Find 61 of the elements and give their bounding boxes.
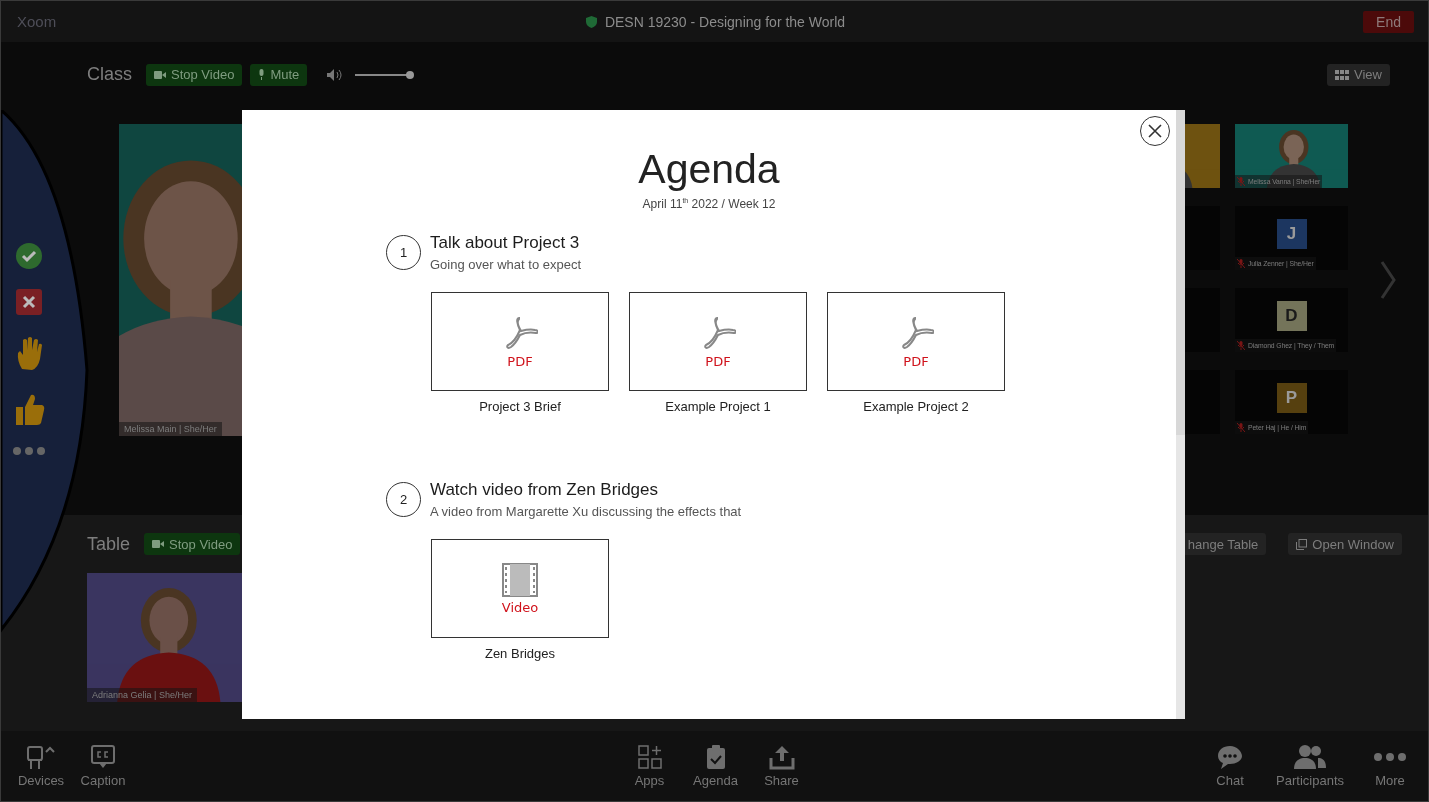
pdf-attachment[interactable]: PDF (629, 292, 807, 391)
caption-button[interactable]: Caption (75, 744, 131, 788)
attachment-caption: Example Project 1 (665, 399, 771, 414)
section-title: Class (87, 64, 132, 85)
attachment-caption: Project 3 Brief (479, 399, 561, 414)
video-attachment[interactable]: Video (431, 539, 609, 638)
avatar: P (1276, 383, 1307, 413)
pdf-attachment[interactable]: PDF (431, 292, 609, 391)
agenda-button[interactable]: Agenda (687, 744, 744, 788)
devices-button[interactable]: Devices (13, 744, 69, 788)
window-icon (1296, 538, 1308, 550)
close-button[interactable] (1140, 116, 1170, 146)
attachment-caption: Example Project 2 (863, 399, 969, 414)
speaker-icon (327, 68, 344, 81)
section-title: Table (87, 533, 131, 555)
participants-button[interactable]: Participants (1272, 744, 1348, 788)
camera-icon (154, 70, 166, 79)
attachment-caption: Zen Bridges (484, 646, 556, 661)
closed-caption-icon (89, 744, 117, 770)
participants-icon (1293, 744, 1328, 770)
agenda-item-title: Talk about Project 3 (430, 233, 581, 253)
more-button[interactable]: More (1362, 744, 1418, 788)
participant-name: Melissa Main | She/Her (119, 422, 222, 436)
file-type-label: Video (501, 599, 539, 615)
app-name: Xoom (17, 13, 58, 30)
more-icon[interactable] (13, 447, 45, 455)
pdf-attachment[interactable]: PDF (827, 292, 1005, 391)
share-button[interactable]: Share (753, 744, 810, 788)
file-type-label: PDF (903, 353, 929, 369)
end-button[interactable]: End (1363, 10, 1414, 33)
shield-icon (585, 15, 597, 28)
participant-name: Adrianna Gelia | She/Her (87, 688, 197, 702)
volume-slider[interactable] (355, 73, 414, 76)
apps-button[interactable]: Apps (621, 744, 678, 788)
dialog-title: Agenda (637, 146, 781, 192)
grid-icon (1335, 69, 1350, 80)
checkmark-icon[interactable] (16, 243, 42, 269)
microphone-icon (258, 69, 266, 80)
chat-icon (1216, 744, 1245, 770)
file-type-label: PDF (507, 353, 533, 369)
agenda-item-title: Watch video from Zen Bridges (430, 480, 659, 500)
film-strip-icon (502, 562, 538, 597)
scrollbar[interactable] (1176, 110, 1185, 719)
file-type-label: PDF (705, 353, 731, 369)
meeting-title: DESN 19230 - Designing for the World (604, 13, 846, 30)
agenda-date: April 11$^{th}$ 2022 / Week 12 (641, 197, 777, 211)
agenda-item-description: A video from Margarette Xu discussing the effects that (430, 504, 742, 519)
stop-video-button[interactable]: Stop Video (146, 63, 243, 86)
avatar: J (1276, 219, 1307, 249)
cross-icon[interactable] (16, 289, 42, 315)
open-window-button[interactable]: Open Window (1288, 533, 1402, 555)
view-button[interactable]: View (1327, 63, 1390, 86)
close-icon (1148, 124, 1162, 138)
apps-icon (635, 744, 664, 770)
stop-video-button[interactable]: Stop Video (144, 533, 241, 555)
avatar: D (1276, 301, 1307, 331)
share-icon (767, 744, 796, 770)
chat-button[interactable]: Chat (1202, 744, 1259, 788)
agenda-item-description: Going over what to expect (430, 257, 582, 272)
mute-button[interactable]: Mute (250, 63, 308, 86)
camera-icon (152, 540, 165, 548)
